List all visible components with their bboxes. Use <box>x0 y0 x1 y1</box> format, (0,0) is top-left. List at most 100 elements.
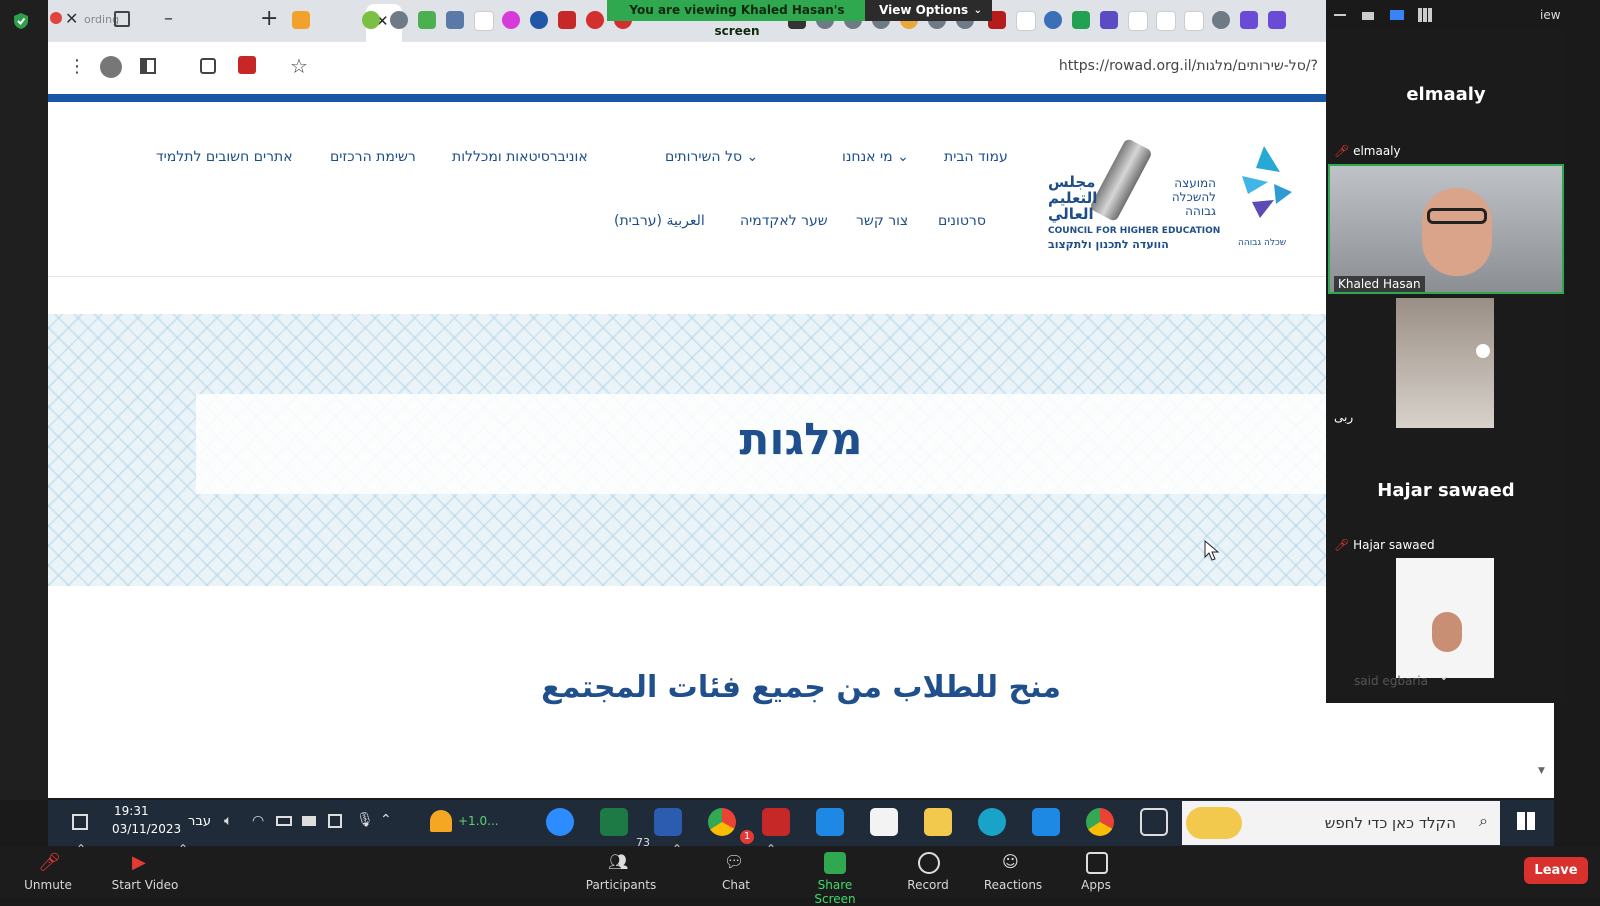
notification-icon[interactable] <box>72 814 88 830</box>
nav-student-sites[interactable]: אתרים חשובים לתלמיד <box>156 149 293 165</box>
nav-arabic[interactable]: العربية (ערבית) <box>614 213 705 229</box>
l-app-icon[interactable] <box>816 808 844 836</box>
gmail-tab-icon[interactable] <box>1184 11 1204 31</box>
menu-dots-icon[interactable]: ⋮ <box>68 56 86 77</box>
weather-temp[interactable]: +1.0... <box>458 814 499 828</box>
tab-favicon[interactable] <box>586 11 604 29</box>
address-bar-url[interactable]: https://rowad.org.il/סל-שירותים/מלגות/? <box>1059 58 1318 74</box>
restore-window-icon[interactable] <box>114 11 130 27</box>
windows-start-icon[interactable] <box>1517 812 1535 830</box>
birds-icon <box>1242 146 1292 218</box>
share-screen-button[interactable]: Share Screen <box>796 878 874 906</box>
tab-favicon[interactable] <box>362 11 380 29</box>
tab-favicon[interactable] <box>1072 11 1090 29</box>
nav-services[interactable]: סל השירותים ⌄ <box>665 149 758 165</box>
tab-favicon[interactable] <box>558 11 576 29</box>
excel-app-icon[interactable] <box>600 808 628 836</box>
taskbar-search-box[interactable]: הקלד כאן כדי לחפש ⌕ <box>1182 801 1500 845</box>
chrome-app-icon[interactable] <box>1086 808 1114 836</box>
display-icon[interactable] <box>328 814 342 828</box>
viewing-screen-banner: You are viewing Khaled Hasan's screen <box>607 0 867 38</box>
nav-about[interactable]: מי אנחנו ⌄ <box>842 149 909 165</box>
view-options-button[interactable]: View Options ⌄ <box>865 0 992 21</box>
mail-app-icon[interactable] <box>1032 808 1060 836</box>
participant-name-tag: Khaled Hasan <box>1334 276 1425 292</box>
chevron-up-icon[interactable]: ⌃ <box>380 812 392 828</box>
zoom-app-icon[interactable] <box>546 808 574 836</box>
nav-universities[interactable]: אוניברסיטאות ומכללות <box>452 149 588 165</box>
panel-window-icon[interactable] <box>1362 12 1374 20</box>
gmail-tab-icon[interactable] <box>1016 11 1036 31</box>
tab-favicon[interactable] <box>1156 11 1176 31</box>
new-tab-icon[interactable]: + <box>260 6 278 31</box>
battery-icon[interactable] <box>276 816 292 826</box>
participant-video-active[interactable]: Khaled Hasan <box>1328 164 1564 294</box>
mcafee-app-icon[interactable] <box>762 808 790 836</box>
chevron-up-icon[interactable]: ⌃ <box>766 842 776 856</box>
tab-favicon[interactable] <box>446 11 464 29</box>
google-tab-icon[interactable] <box>474 11 494 31</box>
nav-videos[interactable]: סרטונים <box>938 213 986 229</box>
tab-favicon[interactable] <box>1128 11 1148 31</box>
record-button[interactable]: Record <box>904 878 952 892</box>
minimize-icon[interactable]: – <box>164 8 173 29</box>
panel-minimize-icon[interactable] <box>1334 14 1346 16</box>
tab-favicon[interactable] <box>1044 11 1062 29</box>
chrome-app-icon[interactable] <box>708 808 736 836</box>
tab-favicon[interactable] <box>1212 11 1230 29</box>
nav-home[interactable]: עמוד הבית <box>944 149 1008 165</box>
nav-academy-gate[interactable]: שער לאקדמיה <box>740 213 828 229</box>
tab-favicon[interactable] <box>1100 11 1118 29</box>
tab-favicon-check[interactable] <box>292 11 310 29</box>
store-app-icon[interactable] <box>870 808 898 836</box>
microphone-icon[interactable]: 🎙︎ <box>356 812 374 828</box>
participant-video[interactable]: ربى <box>1328 298 1564 428</box>
participant-video[interactable] <box>1328 558 1564 678</box>
clock-time[interactable]: 19:31 <box>114 804 149 818</box>
tab-favicon[interactable] <box>530 11 548 29</box>
tab-favicon[interactable] <box>1240 11 1258 29</box>
tab-favicon[interactable] <box>1268 11 1286 29</box>
leave-button[interactable]: Leave <box>1524 857 1588 884</box>
clock-date[interactable]: 03/11/2023 <box>112 822 181 836</box>
chevron-up-icon[interactable]: ⌃ <box>672 842 682 856</box>
tab-favicon[interactable] <box>502 11 520 29</box>
network-icon[interactable] <box>302 816 316 826</box>
video-off-icon: ▶︎ <box>132 852 146 873</box>
panel-layout-icon[interactable] <box>1390 10 1404 20</box>
snipping-tool-icon[interactable] <box>1140 808 1168 836</box>
close-tab-icon[interactable]: ✕ <box>65 9 78 28</box>
profile-avatar-icon[interactable] <box>100 56 122 78</box>
nav-coordinators[interactable]: רשימת הרכזים <box>330 149 416 165</box>
chevron-up-icon[interactable]: ⌃ <box>76 842 86 856</box>
file-explorer-icon[interactable] <box>924 808 952 836</box>
wifi-icon[interactable]: ◠ <box>252 813 264 829</box>
panel-view-label[interactable]: iew <box>1540 8 1561 22</box>
apps-icon <box>1086 852 1108 874</box>
participant-tag: 🎤︎ Hajar sawaed <box>1334 538 1435 552</box>
chevron-up-icon[interactable]: ⌃ <box>178 842 188 856</box>
start-video-button[interactable]: Start Video <box>110 878 180 892</box>
volume-icon[interactable]: 🔈︎ <box>224 813 232 829</box>
record-label: Record <box>907 878 949 892</box>
tab-favicon[interactable] <box>390 11 408 29</box>
scroll-down-icon[interactable]: ▼ <box>1538 766 1545 776</box>
chat-button[interactable]: Chat <box>716 878 756 892</box>
apps-button[interactable]: Apps <box>1078 878 1114 892</box>
weather-icon[interactable] <box>430 810 452 832</box>
grid-view-icon[interactable] <box>1418 8 1432 22</box>
scroll-down-chevron-icon[interactable]: ⌄ <box>1438 668 1450 684</box>
side-panel-icon[interactable] <box>140 58 156 74</box>
participants-panel: iew elmaaly 🎤︎ elmaaly Khaled Hasan ربى … <box>1326 8 1566 703</box>
reactions-button[interactable]: Reactions <box>982 878 1044 892</box>
participants-button[interactable]: Participants <box>584 878 658 892</box>
language-indicator[interactable]: עבר <box>188 814 211 829</box>
nav-contact[interactable]: צור קשר <box>856 213 908 229</box>
word-app-icon[interactable] <box>654 808 682 836</box>
extensions-icon[interactable] <box>200 58 216 74</box>
tab-favicon[interactable] <box>418 11 436 29</box>
edge-app-icon[interactable] <box>978 808 1006 836</box>
bookmark-star-icon[interactable]: ☆ <box>290 54 308 78</box>
unmute-button[interactable]: Unmute <box>22 878 74 892</box>
extension-badge-icon[interactable] <box>238 56 256 74</box>
